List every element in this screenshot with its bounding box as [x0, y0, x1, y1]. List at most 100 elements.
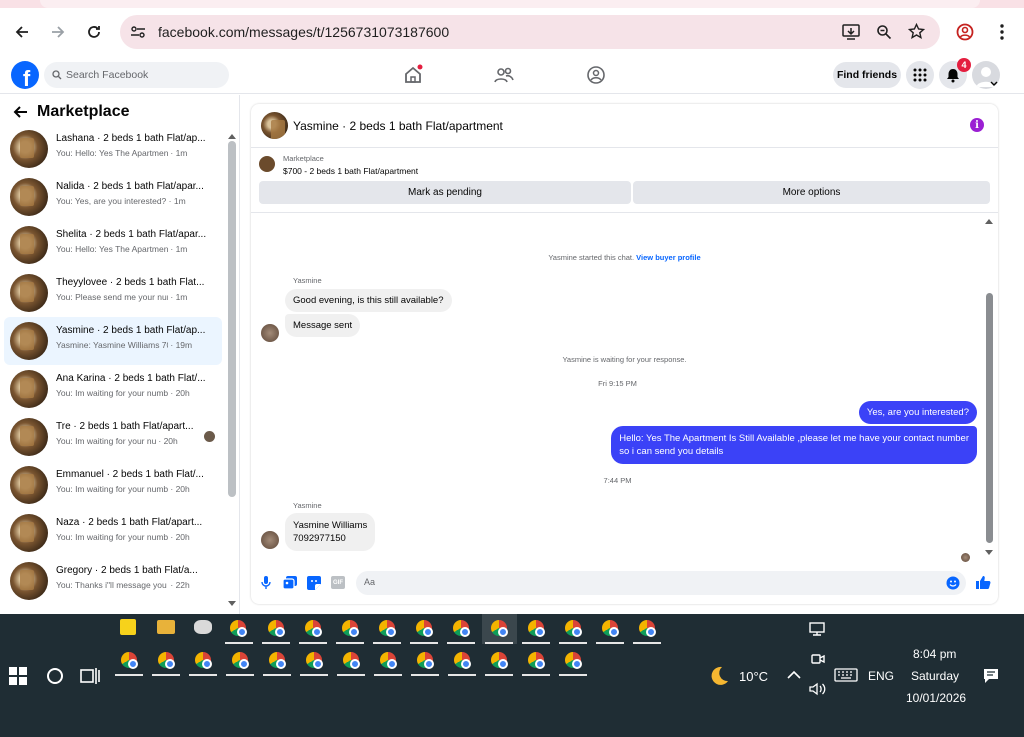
chrome-icon[interactable]	[195, 652, 212, 669]
info-icon[interactable]: i	[970, 118, 984, 132]
view-buyer-profile-link[interactable]: View buyer profile	[636, 253, 700, 262]
moon-weather-icon[interactable]	[706, 664, 730, 688]
chrome-icon[interactable]	[306, 652, 323, 669]
menu-grid-button[interactable]	[906, 61, 934, 89]
gif-icon[interactable]: GIF	[331, 576, 345, 589]
search-placeholder: Search Facebook	[66, 69, 149, 81]
message-scrollbar[interactable]	[986, 293, 993, 543]
chrome-icon[interactable]	[268, 620, 285, 637]
chrome-icon[interactable]	[491, 652, 508, 669]
incoming-message-contact[interactable]: Yasmine Williams 7092977150	[285, 513, 376, 551]
conversation-item-active[interactable]: Yasmine · 2 beds 1 bath Flat/ap... Yasmi…	[4, 317, 222, 365]
meet-now-icon[interactable]	[811, 652, 825, 666]
paint-icon[interactable]	[194, 620, 212, 634]
conversation-item[interactable]: Ana Karina · 2 beds 1 bath Flat/... You:…	[4, 365, 222, 413]
incoming-message[interactable]: Message sent	[285, 314, 361, 337]
chrome-icon[interactable]	[565, 652, 582, 669]
task-view-icon[interactable]	[80, 667, 100, 685]
forward-button[interactable]	[44, 18, 72, 46]
chrome-icon[interactable]	[343, 652, 360, 669]
address-bar[interactable]: facebook.com/messages/t/1256731073187600	[120, 15, 940, 49]
conversation-item[interactable]: Theyylovee · 2 beds 1 bath Flat... You: …	[4, 269, 222, 317]
chrome-icon[interactable]	[232, 652, 249, 669]
sticky-notes-icon[interactable]	[120, 619, 136, 635]
chrome-icon[interactable]	[121, 652, 138, 669]
conversation-item[interactable]: Naza · 2 beds 1 bath Flat/apart... You: …	[4, 509, 222, 557]
site-info-icon[interactable]	[130, 25, 146, 39]
windows-start-icon[interactable]	[9, 667, 27, 685]
friends-icon[interactable]	[493, 64, 515, 86]
conversation-item[interactable]: Shelita · 2 beds 1 bath Flat/apar... You…	[4, 221, 222, 269]
microphone-icon[interactable]	[261, 576, 271, 590]
file-explorer-icon[interactable]	[157, 620, 175, 634]
find-friends-button[interactable]: Find friends	[833, 62, 901, 88]
message-input[interactable]: Aa	[356, 571, 966, 595]
chrome-icon[interactable]	[230, 620, 247, 637]
chrome-icon[interactable]	[491, 620, 508, 637]
chrome-icon[interactable]	[158, 652, 175, 669]
weather-temperature[interactable]: 10°C	[739, 669, 768, 684]
keyboard-icon[interactable]	[834, 668, 858, 682]
listing-title[interactable]: $700 - 2 beds 1 bath Flat/apartment	[283, 166, 418, 176]
scroll-down-icon[interactable]	[985, 550, 993, 556]
chrome-icon[interactable]	[342, 620, 359, 637]
chat-title[interactable]: Yasmine · 2 beds 1 bath Flat/apartment	[293, 119, 503, 133]
profile-icon[interactable]	[956, 23, 974, 41]
sender-avatar[interactable]	[261, 531, 279, 549]
input-language[interactable]: ENG	[868, 669, 894, 683]
chrome-icon[interactable]	[528, 620, 545, 637]
back-button[interactable]	[8, 18, 36, 46]
scroll-down-icon[interactable]	[228, 601, 236, 607]
clock-time[interactable]: 8:04 pm	[913, 647, 956, 661]
conversation-item[interactable]: Tre · 2 beds 1 bath Flat/apart... You: I…	[4, 413, 222, 461]
groups-icon[interactable]	[585, 64, 607, 86]
thumbs-up-icon[interactable]	[976, 575, 991, 590]
conversation-item[interactable]: Emmanuel · 2 beds 1 bath Flat/... You: I…	[4, 461, 222, 509]
conversation-item[interactable]: Nalida · 2 beds 1 bath Flat/apar... You:…	[4, 173, 222, 221]
chrome-icon[interactable]	[453, 620, 470, 637]
clock-date[interactable]: 10/01/2026	[906, 691, 966, 705]
conversation-item[interactable]: Gregory · 2 beds 1 bath Flat/a... You: T…	[4, 557, 222, 605]
facebook-logo-icon[interactable]: f	[11, 61, 39, 89]
chrome-icon[interactable]	[269, 652, 286, 669]
chrome-icon[interactable]	[380, 652, 397, 669]
chrome-icon[interactable]	[565, 620, 582, 637]
notification-center-icon[interactable]	[983, 668, 999, 684]
clock-day[interactable]: Saturday	[911, 669, 959, 683]
chat-avatar[interactable]	[261, 112, 288, 139]
more-options-button[interactable]: More options	[633, 181, 990, 204]
reload-button[interactable]	[80, 18, 108, 46]
star-icon[interactable]	[908, 23, 925, 40]
search-circle-icon[interactable]	[46, 667, 64, 685]
zoom-icon[interactable]	[876, 24, 892, 40]
chrome-icon[interactable]	[305, 620, 322, 637]
photo-icon[interactable]	[283, 576, 297, 590]
chrome-icon[interactable]	[454, 652, 471, 669]
mark-as-pending-button[interactable]: Mark as pending	[259, 181, 631, 204]
browser-menu-icon[interactable]	[994, 23, 1010, 41]
listing-thumbnail[interactable]	[259, 156, 275, 172]
chrome-icon[interactable]	[602, 620, 619, 637]
emoji-icon[interactable]	[946, 576, 960, 590]
sidebar-scrollbar[interactable]	[228, 141, 236, 497]
chrome-icon[interactable]	[528, 652, 545, 669]
install-app-icon[interactable]	[842, 24, 860, 40]
home-icon[interactable]	[402, 64, 424, 86]
chrome-icon[interactable]	[416, 620, 433, 637]
outgoing-message[interactable]: Yes, are you interested?	[858, 401, 977, 424]
chevron-up-icon[interactable]	[787, 670, 801, 680]
chrome-icon[interactable]	[639, 620, 656, 637]
incoming-message[interactable]: Good evening, is this still available?	[285, 289, 452, 312]
network-icon[interactable]	[809, 622, 825, 636]
conversation-item[interactable]: Lashana · 2 beds 1 bath Flat/ap... You: …	[4, 125, 222, 173]
sticker-icon[interactable]	[307, 576, 321, 590]
scroll-up-icon[interactable]	[228, 133, 236, 139]
outgoing-message-long[interactable]: Hello: Yes The Apartment Is Still Availa…	[611, 426, 977, 464]
chrome-icon[interactable]	[417, 652, 434, 669]
chrome-icon[interactable]	[379, 620, 396, 637]
search-facebook-input[interactable]: Search Facebook	[44, 62, 229, 88]
scroll-up-icon[interactable]	[985, 218, 993, 224]
volume-icon[interactable]	[809, 682, 827, 696]
back-arrow-icon[interactable]	[12, 105, 28, 119]
sender-avatar[interactable]	[261, 324, 279, 342]
